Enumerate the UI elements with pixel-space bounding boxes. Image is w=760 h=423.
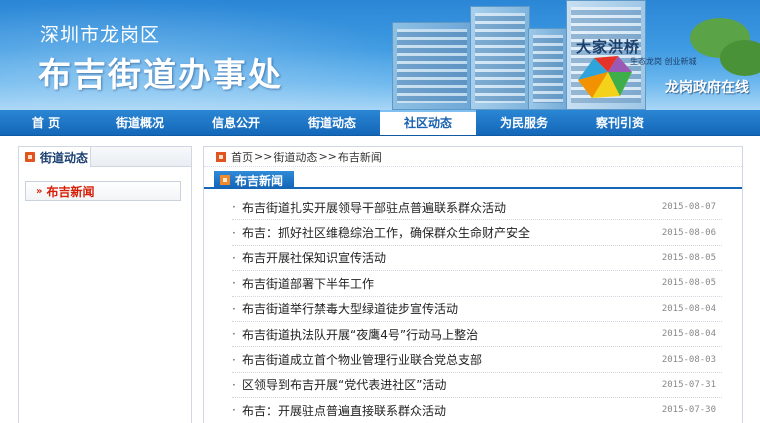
list-item[interactable]: · 布吉街道成立首个物业管理行业联合党总支部 2015-08-03	[232, 347, 722, 373]
bullet-dot-icon: ·	[232, 200, 236, 215]
home-icon	[216, 151, 226, 162]
nav-overview[interactable]: 街道概况	[92, 110, 188, 135]
breadcrumb-separator: >>	[318, 150, 337, 163]
news-title[interactable]: 布吉开展社保知识宣传活动	[242, 249, 386, 266]
sidebar-item-bujixinwen[interactable]: » 布吉新闻	[25, 181, 181, 201]
news-date: 2015-08-03	[661, 354, 716, 365]
building-illustration	[392, 22, 472, 110]
district-title: 深圳市龙岗区	[40, 24, 161, 46]
list-item[interactable]: · 布吉街道执法队开展“夜鹰4号”行动马上整治 2015-08-04	[232, 322, 722, 348]
list-item[interactable]: · 区领导到布吉开展“党代表进社区”活动 2015-07-31	[232, 373, 722, 399]
building-illustration	[470, 6, 530, 110]
news-date: 2015-08-05	[661, 278, 716, 289]
section-title: 布吉新闻	[235, 173, 284, 188]
list-item[interactable]: · 布吉街道部署下半年工作 2015-08-05	[232, 271, 722, 297]
news-date: 2015-07-30	[661, 405, 716, 416]
news-date: 2015-08-06	[661, 227, 716, 238]
longgang-online-link[interactable]: 龙岗政府在线	[665, 77, 749, 97]
list-item[interactable]: · 布吉街道举行禁毒大型绿道徒步宣传活动 2015-08-04	[232, 297, 722, 322]
sidebar-title: 街道动态	[40, 150, 89, 165]
news-title[interactable]: 布吉街道执法队开展“夜鹰4号”行动马上整治	[242, 326, 478, 343]
news-title[interactable]: 布吉：抓好社区维稳综治工作，确保群众生命财产安全	[242, 224, 530, 241]
nav-community-news[interactable]: 社区动态	[380, 110, 476, 135]
news-date: 2015-07-31	[661, 379, 716, 390]
bullet-dot-icon: ·	[232, 327, 236, 342]
square-bullet-icon	[220, 175, 230, 185]
sidebar-tab: 街道动态	[19, 147, 91, 167]
double-chevron-right-icon: »	[36, 185, 43, 197]
slogan: 生态龙岗 创业新城	[630, 57, 697, 66]
header-banner: 大家洪桥 生态龙岗 创业新城 龙岗政府在线 深圳市龙岗区 布吉街道办事处	[0, 0, 760, 110]
bullet-dot-icon: ·	[232, 250, 236, 265]
news-title[interactable]: 布吉街道部署下半年工作	[242, 275, 374, 292]
bullet-dot-icon: ·	[232, 225, 236, 240]
list-item[interactable]: · 布吉：开展驻点普遍直接联系群众活动 2015-07-30	[232, 398, 722, 423]
square-bullet-icon	[25, 152, 35, 162]
building-illustration	[528, 28, 568, 110]
section-header: 布吉新闻	[204, 169, 742, 189]
news-title[interactable]: 布吉街道成立首个物业管理行业联合党总支部	[242, 351, 482, 368]
section-tab: 布吉新闻	[214, 171, 294, 189]
bullet-dot-icon: ·	[232, 301, 236, 316]
news-title[interactable]: 布吉：开展驻点普遍直接联系群众活动	[242, 402, 446, 419]
breadcrumb: 首页 >> 街道动态 >> 布吉新闻	[204, 147, 742, 167]
sidebar: 街道动态 » 布吉新闻	[18, 146, 192, 423]
list-item[interactable]: · 布吉：抓好社区维稳综治工作，确保群众生命财产安全 2015-08-06	[232, 220, 722, 246]
main-nav: 首 页 街道概况 信息公开 街道动态 社区动态 为民服务 察刊引资	[0, 110, 760, 136]
news-title[interactable]: 布吉街道举行禁毒大型绿道徒步宣传活动	[242, 300, 458, 317]
bullet-dot-icon: ·	[232, 377, 236, 392]
news-date: 2015-08-07	[661, 202, 716, 213]
nav-street-news[interactable]: 街道动态	[284, 110, 380, 135]
nav-investment[interactable]: 察刊引资	[572, 110, 668, 135]
breadcrumb-home[interactable]: 首页	[231, 149, 253, 165]
news-date: 2015-08-04	[661, 303, 716, 314]
nav-info-public[interactable]: 信息公开	[188, 110, 284, 135]
breadcrumb-level1[interactable]: 街道动态	[273, 149, 317, 165]
nav-public-service[interactable]: 为民服务	[476, 110, 572, 135]
main-content: 首页 >> 街道动态 >> 布吉新闻 布吉新闻 · 布吉街道扎实开展领导干部驻点普…	[203, 146, 743, 423]
tree-illustration	[720, 40, 760, 76]
news-date: 2015-08-05	[661, 252, 716, 263]
breadcrumb-level2[interactable]: 布吉新闻	[338, 149, 382, 165]
nav-home[interactable]: 首 页	[0, 110, 92, 135]
breadcrumb-separator: >>	[254, 150, 273, 163]
sidebar-item-label: 布吉新闻	[46, 184, 95, 199]
news-title[interactable]: 区领导到布吉开展“党代表进社区”活动	[242, 376, 446, 393]
news-list: · 布吉街道扎实开展领导干部驻点普遍联系群众活动 2015-08-07 · 布吉：抓好…	[204, 195, 742, 423]
list-item[interactable]: · 布吉开展社保知识宣传活动 2015-08-05	[232, 246, 722, 272]
news-title[interactable]: 布吉街道扎实开展领导干部驻点普遍联系群众活动	[242, 199, 506, 216]
bullet-dot-icon: ·	[232, 276, 236, 291]
news-date: 2015-08-04	[661, 329, 716, 340]
list-item[interactable]: · 布吉街道扎实开展领导干部驻点普遍联系群众活动 2015-08-07	[232, 195, 722, 221]
bullet-dot-icon: ·	[232, 403, 236, 418]
sidebar-header: 街道动态	[19, 147, 191, 167]
bullet-dot-icon: ·	[232, 352, 236, 367]
office-title: 布吉街道办事处	[38, 55, 283, 94]
